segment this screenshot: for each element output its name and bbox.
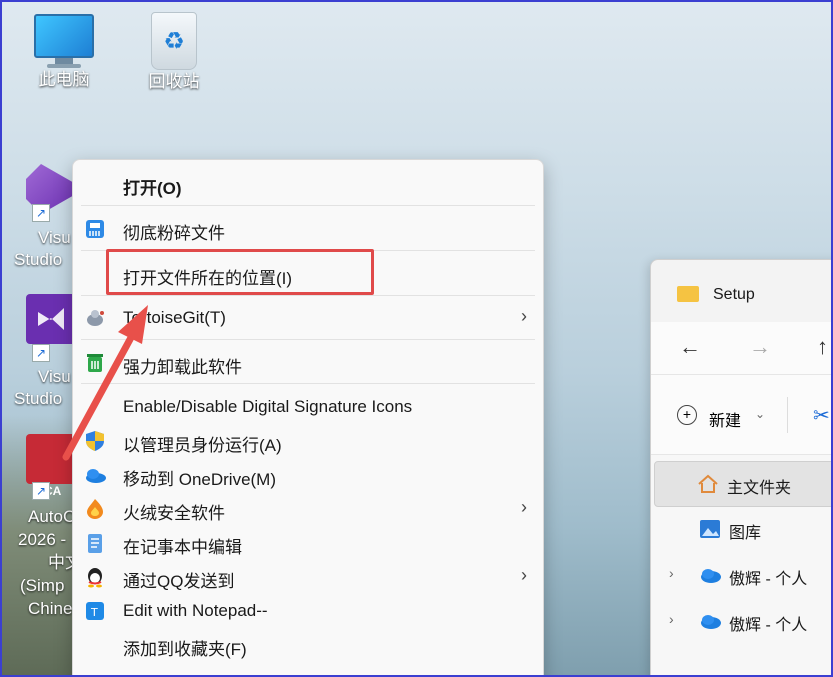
menu-separator — [81, 295, 535, 296]
qq-icon — [88, 568, 102, 588]
explorer-tab-title: Setup — [713, 286, 755, 303]
up-button[interactable]: ↑ — [817, 334, 828, 360]
folder-icon — [677, 286, 699, 302]
explorer-nav-pane: 主文件夹 图库 › 傲辉 - 个人 › 傲辉 - 个人 — [651, 454, 831, 675]
menu-item-open[interactable]: 打开(O) — [73, 166, 543, 200]
menu-item-label: 以管理员身份运行(A) — [123, 436, 282, 455]
annotation-highlight-box — [106, 249, 374, 295]
menu-item-digital-signature[interactable]: Enable/Disable Digital Signature Icons — [73, 389, 543, 423]
notepad-icon — [88, 534, 102, 553]
desktop-icon-label: Studio — [14, 389, 63, 408]
new-button[interactable]: 新建 — [709, 407, 741, 431]
menu-separator — [81, 339, 535, 340]
menu-item-label: 彻底粉碎文件 — [123, 224, 225, 243]
desktop-icon-label: (Simp — [20, 576, 65, 595]
desktop-icon-label: 回收站 — [148, 72, 200, 91]
recycle-bin-icon: ♻ — [151, 12, 197, 70]
desktop-icon-label: Chine — [28, 599, 73, 618]
huorong-icon — [87, 499, 103, 519]
menu-item-huorong[interactable]: 火绒安全软件 › — [73, 491, 543, 525]
chevron-down-icon[interactable]: ⌄ — [755, 407, 765, 421]
nav-item-label: 主文件夹 — [727, 480, 792, 497]
nav-item-label: 傲辉 - 个人 — [729, 617, 808, 634]
menu-item-shred[interactable]: 彻底粉碎文件 — [73, 211, 543, 245]
desktop-icon-label: Visu — [38, 228, 71, 247]
nav-item-onedrive[interactable]: › 傲辉 - 个人 — [653, 553, 831, 597]
nav-item-label: 图库 — [729, 525, 762, 542]
desktop-icon-label: Visu — [38, 367, 71, 386]
home-icon — [698, 474, 718, 493]
menu-item-label: 打开(O) — [123, 179, 182, 198]
menu-item-move-to-onedrive[interactable]: 移动到 OneDrive(M) — [73, 457, 543, 491]
back-button[interactable]: ← — [679, 334, 701, 360]
desktop-icon-this-pc[interactable]: 此电脑 — [24, 8, 104, 90]
menu-separator — [81, 205, 535, 206]
shield-icon — [86, 431, 104, 451]
menu-item-label: Enable/Disable Digital Signature Icons — [123, 397, 413, 416]
onedrive-icon — [701, 569, 721, 583]
shortcut-arrow-icon: ↗ — [32, 204, 50, 222]
notepad-dash-icon: T — [86, 602, 104, 620]
toolbar-divider — [787, 397, 788, 433]
menu-item-label: 火绒安全软件 — [123, 504, 225, 523]
nav-item-home[interactable]: 主文件夹 — [654, 461, 831, 507]
desktop-icon-recycle-bin[interactable]: ♻ 回收站 — [134, 12, 214, 92]
tortoisegit-icon — [87, 310, 104, 326]
file-explorer-window: Setup ← → ↑ + 新建 ⌄ ✂ 主文件夹 图库 › 傲辉 - 个人 ›… — [650, 259, 831, 675]
forward-button[interactable]: → — [749, 334, 771, 360]
desktop-icon-label: 此电脑 — [38, 70, 90, 89]
explorer-toolbar: + 新建 ⌄ ✂ — [651, 374, 831, 455]
autocad-icon[interactable]: CA — [26, 434, 76, 498]
desktop-icon-label: 2026 - — [18, 530, 67, 549]
menu-item-send-via-qq[interactable]: 通过QQ发送到 › — [73, 559, 543, 593]
menu-item-run-as-admin[interactable]: 以管理员身份运行(A) — [73, 423, 543, 457]
menu-item-label: 在记事本中编辑 — [123, 538, 242, 557]
visual-studio-icon[interactable] — [26, 294, 76, 344]
chevron-right-icon[interactable]: › — [669, 565, 674, 581]
nav-item-label: 傲辉 - 个人 — [729, 571, 808, 588]
svg-text:T: T — [90, 606, 98, 619]
nav-item-onedrive[interactable]: › 傲辉 - 个人 — [653, 599, 831, 643]
menu-item-label: 添加到收藏夹(F) — [123, 640, 247, 659]
desktop-icon-label: Studio — [14, 250, 63, 269]
desktop: 此电脑 ♻ 回收站 ↗ Visu Studio ↗ Visu Studio CA… — [0, 0, 833, 677]
menu-item-label: Edit with Notepad-- — [123, 601, 268, 620]
menu-item-tortoisegit[interactable]: TortoiseGit(T) › — [73, 300, 543, 334]
desktop-icon-label: AutoC — [28, 507, 76, 526]
chevron-right-icon: › — [521, 565, 527, 585]
onedrive-icon — [86, 469, 106, 483]
context-menu: 打开(O) 彻底粉碎文件 打开文件所在的位置(I) TortoiseGit(T)… — [72, 159, 544, 675]
explorer-tab[interactable]: Setup — [663, 272, 831, 316]
shredder-icon — [86, 220, 104, 238]
uninstall-icon — [87, 354, 103, 372]
menu-item-label: 通过QQ发送到 — [123, 572, 235, 591]
menu-item-label: 强力卸载此软件 — [123, 358, 242, 377]
chevron-right-icon[interactable]: › — [669, 611, 674, 627]
menu-item-label: 移动到 OneDrive(M) — [123, 470, 277, 489]
menu-separator — [81, 383, 535, 384]
nav-item-gallery[interactable]: 图库 — [653, 507, 831, 551]
menu-item-label: TortoiseGit(T) — [123, 308, 226, 327]
menu-item-edit-in-notepad[interactable]: 在记事本中编辑 — [73, 525, 543, 559]
menu-item-force-uninstall[interactable]: 强力卸载此软件 — [73, 345, 543, 379]
chevron-right-icon: › — [521, 306, 527, 326]
onedrive-icon — [701, 615, 721, 629]
menu-item-edit-with-notepad-dash[interactable]: T Edit with Notepad-- — [73, 593, 543, 627]
cut-icon[interactable]: ✂ — [813, 403, 830, 428]
chevron-right-icon: › — [521, 497, 527, 517]
shortcut-arrow-icon: ↗ — [32, 344, 50, 362]
computer-icon — [24, 14, 104, 68]
explorer-nav-bar: ← → ↑ — [651, 322, 831, 374]
plus-icon: + — [677, 405, 697, 425]
gallery-icon — [700, 520, 720, 538]
shortcut-arrow-icon: ↗ — [32, 482, 50, 500]
menu-item-add-to-favorites[interactable]: 添加到收藏夹(F) — [73, 627, 543, 661]
